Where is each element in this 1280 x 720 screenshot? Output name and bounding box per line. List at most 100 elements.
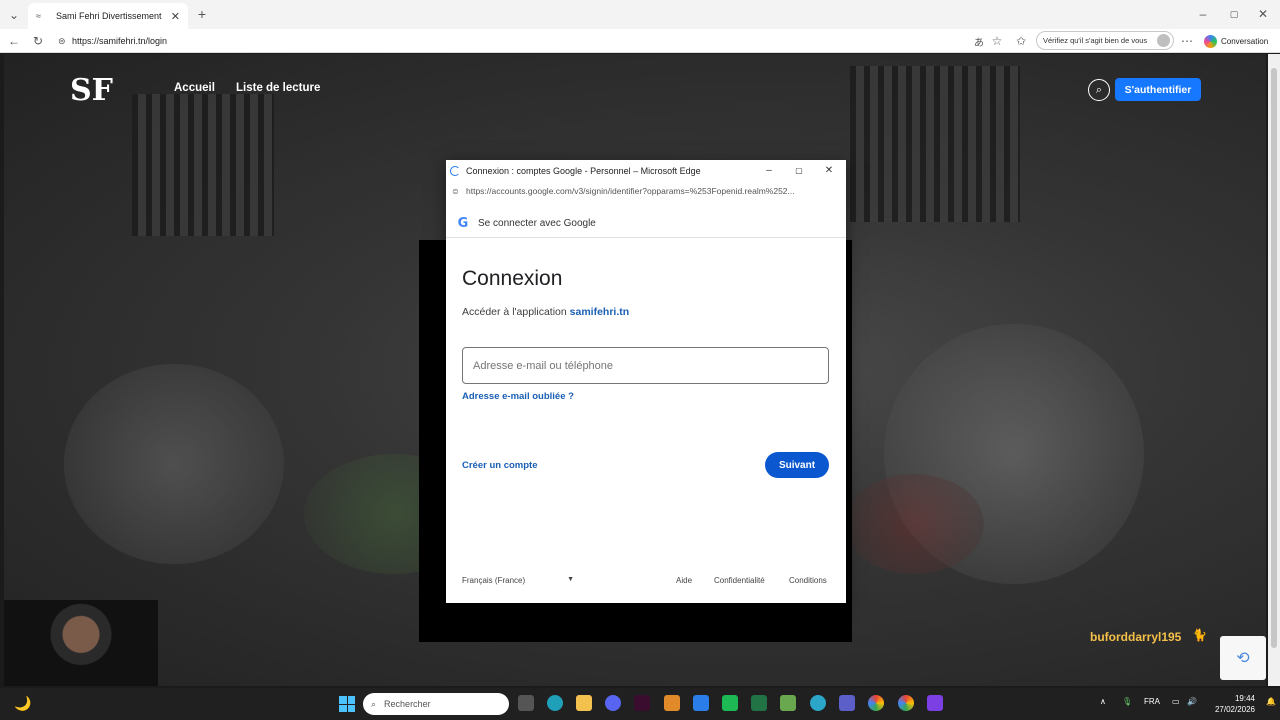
back-arrow-icon[interactable]: ←: [6, 33, 22, 49]
refresh-icon[interactable]: ↻: [30, 33, 46, 49]
copilot-icon: [1204, 34, 1217, 48]
file-explorer-icon[interactable]: [576, 695, 592, 711]
address-url: https://samifehri.tn/login: [72, 36, 168, 46]
privacy-link[interactable]: Confidentialité: [714, 576, 765, 585]
loading-spinner-icon: [450, 165, 460, 176]
cat-emoji-icon: 🐈: [1192, 628, 1207, 642]
popup-titlebar: Connexion : comptes Google - Personnel –…: [446, 160, 846, 181]
popup-address-bar[interactable]: ⊜ https://accounts.google.com/v3/signin/…: [446, 181, 846, 201]
create-account-link[interactable]: Créer un compte: [462, 460, 538, 471]
app-icon[interactable]: [927, 695, 943, 711]
forgot-email-link[interactable]: Adresse e-mail oubliée ?: [462, 391, 574, 402]
start-button[interactable]: [339, 696, 355, 712]
scrollbar-thumb[interactable]: [1271, 68, 1277, 648]
minimize-icon[interactable]: –: [1196, 7, 1210, 21]
tab-list-chevron-icon[interactable]: ⌄: [6, 7, 22, 23]
site-info-icon[interactable]: ⊜: [58, 36, 72, 47]
next-button[interactable]: Suivant: [765, 452, 829, 478]
terms-link[interactable]: Conditions: [789, 576, 827, 585]
username-label: buforddarryl195: [1090, 630, 1182, 644]
profile-verify-pill[interactable]: Vérifiez qu'il s'agit bien de vous: [1036, 31, 1174, 50]
google-header: G Se connecter avec Google: [446, 209, 846, 238]
system-clock[interactable]: 19:44 27/02/2026: [1205, 693, 1255, 715]
nav-home[interactable]: Accueil: [174, 82, 215, 94]
graffiti-face: [64, 364, 284, 564]
background-window: [850, 66, 1020, 222]
weather-moon-icon[interactable]: 🌙: [14, 695, 32, 713]
calculator-icon[interactable]: [693, 695, 709, 711]
chrome-icon[interactable]: [898, 695, 914, 711]
profile-avatar: [1157, 34, 1170, 47]
popup-maximize-icon[interactable]: ▢: [792, 163, 806, 177]
popup-minimize-icon[interactable]: –: [762, 163, 776, 177]
popup-url: https://accounts.google.com/v3/signin/id…: [466, 186, 795, 196]
signin-subtitle: Accéder à l'application samifehri.tn: [462, 306, 629, 318]
popup-title: Connexion : comptes Google - Personnel –…: [466, 165, 701, 176]
conversation-label: Conversation: [1221, 36, 1269, 46]
site-logo[interactable]: SF: [70, 74, 113, 108]
dropdown-arrow-icon: ▼: [567, 576, 574, 583]
microphone-icon[interactable]: 🎙: [1122, 697, 1132, 706]
recaptcha-badge[interactable]: ⟲: [1220, 636, 1266, 680]
chrome-icon[interactable]: [868, 695, 884, 711]
translate-icon[interactable]: あ: [972, 34, 986, 49]
verify-text: Vérifiez qu'il s'agit bien de vous: [1043, 36, 1148, 45]
webcam-overlay: [4, 600, 158, 686]
task-view-icon[interactable]: [518, 695, 534, 711]
windows-logo-icon: [339, 696, 347, 704]
app-icon[interactable]: [664, 695, 680, 711]
app-icon[interactable]: [780, 695, 796, 711]
site-favicon-icon: ≈: [36, 11, 41, 21]
taskbar-search-text: Rechercher: [384, 699, 431, 709]
google-signin-popup: Connexion : comptes Google - Personnel –…: [446, 160, 846, 603]
login-button[interactable]: S'authentifier: [1115, 78, 1201, 101]
recaptcha-icon: ⟲: [1236, 650, 1250, 667]
edge-dev-icon[interactable]: [810, 695, 826, 711]
copilot-conversation-button[interactable]: Conversation: [1204, 32, 1268, 50]
excel-icon[interactable]: [751, 695, 767, 711]
lock-icon: ⊜: [452, 186, 459, 196]
window-close-icon[interactable]: ✕: [1256, 7, 1270, 21]
teams-icon[interactable]: [839, 695, 855, 711]
browser-toolbar: ← ↻ ⊜ https://samifehri.tn/login あ ☆ ✩ V…: [0, 29, 1280, 53]
email-input[interactable]: [462, 347, 829, 384]
subtitle-prefix: Accéder à l'application: [462, 306, 567, 318]
tab-active[interactable]: ≈ Sami Fehri Divertissement ✕: [28, 3, 188, 29]
network-icon[interactable]: ▭: [1172, 697, 1180, 706]
page-scrollbar[interactable]: [1268, 54, 1280, 686]
tab-title: Sami Fehri Divertissement: [56, 11, 162, 21]
clock-time: 19:44: [1234, 694, 1255, 703]
taskbar-search[interactable]: ⌕ Rechercher: [363, 693, 509, 715]
tab-close-icon[interactable]: ✕: [171, 10, 180, 23]
discord-icon[interactable]: [605, 695, 621, 711]
graffiti-color: [844, 474, 984, 574]
nav-playlist[interactable]: Liste de lecture: [236, 82, 320, 94]
notification-bell-icon[interactable]: 🔔: [1266, 697, 1276, 706]
more-menu-icon[interactable]: ⋯: [1180, 34, 1194, 48]
signin-heading: Connexion: [462, 267, 563, 290]
address-bar[interactable]: ⊜ https://samifehri.tn/login: [54, 31, 964, 51]
keyboard-language[interactable]: FRA: [1144, 697, 1160, 706]
app-icon[interactable]: [634, 695, 650, 711]
google-header-text: Se connecter avec Google: [478, 217, 596, 229]
language-label: Français (France): [462, 576, 526, 585]
maximize-icon[interactable]: ▢: [1227, 7, 1241, 21]
windows-taskbar: 🌙 ⌕ Rechercher ∧ 🎙 FRA ▭ 🔊 19:44 27/02/2…: [0, 688, 1280, 720]
edge-icon[interactable]: [547, 695, 563, 711]
background-window: [132, 94, 274, 236]
app-name-link[interactable]: samifehri.tn: [570, 306, 630, 318]
search-icon: ⌕: [1095, 83, 1103, 96]
new-tab-button[interactable]: +: [194, 6, 210, 22]
volume-icon[interactable]: 🔊: [1187, 697, 1197, 706]
app-icon[interactable]: [722, 695, 738, 711]
tray-chevron-icon[interactable]: ∧: [1100, 697, 1106, 706]
clock-date: 27/02/2026: [1214, 705, 1255, 714]
search-button[interactable]: ⌕: [1088, 79, 1110, 101]
google-logo-icon: G: [457, 215, 469, 231]
help-link[interactable]: Aide: [676, 576, 692, 585]
popup-close-icon[interactable]: ✕: [822, 163, 836, 177]
favorite-star-icon[interactable]: ☆: [990, 34, 1004, 48]
language-select[interactable]: Français (France) ▼: [462, 576, 574, 585]
favorites-icon[interactable]: ✩: [1014, 34, 1028, 48]
browser-tab-bar: ⌄ ≈ Sami Fehri Divertissement ✕ + – ▢ ✕: [0, 0, 1280, 29]
